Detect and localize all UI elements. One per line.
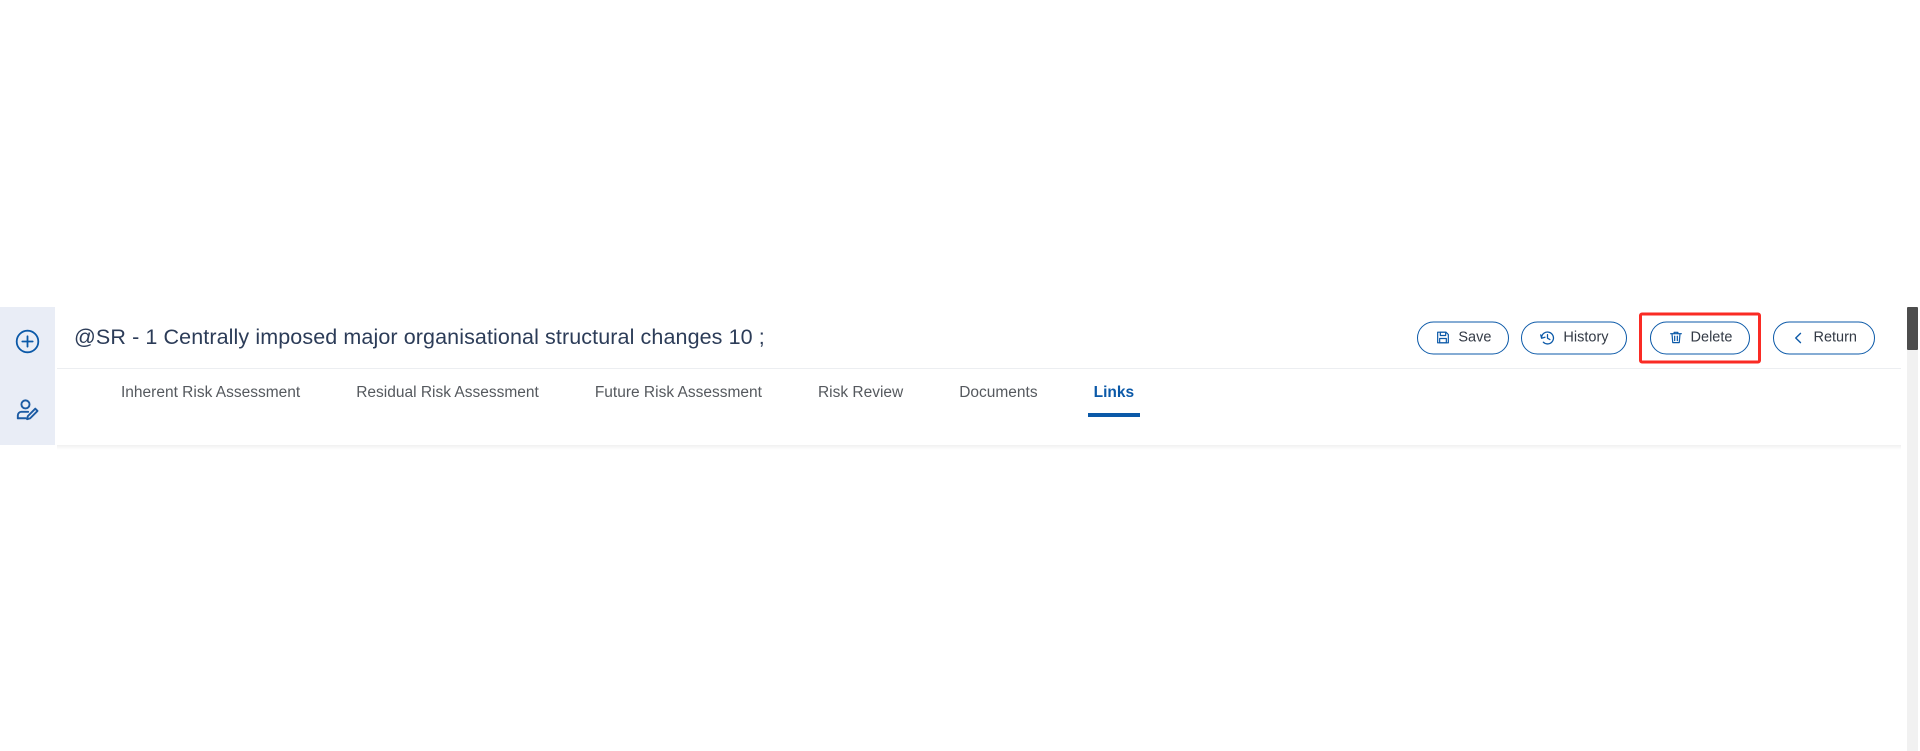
scrollbar-thumb[interactable] xyxy=(1907,307,1918,350)
chevron-left-icon xyxy=(1791,330,1806,345)
tab-label: Links xyxy=(1093,384,1135,401)
card-bottom-shadow xyxy=(57,445,1901,450)
clock-history-icon xyxy=(1539,329,1556,346)
return-button[interactable]: Return xyxy=(1773,321,1875,354)
save-button-label: Save xyxy=(1458,329,1492,346)
left-icon-rail xyxy=(0,307,55,445)
trash-icon xyxy=(1668,330,1684,346)
delete-button[interactable]: Delete xyxy=(1649,321,1751,354)
tab-links[interactable]: Links xyxy=(1066,369,1162,417)
page-title: @SR - 1 Centrally imposed major organisa… xyxy=(74,325,765,349)
card-header: @SR - 1 Centrally imposed major organisa… xyxy=(57,307,1901,369)
user-edit-icon xyxy=(14,397,41,424)
assign-owner-button[interactable] xyxy=(0,376,55,445)
tab-residual-risk-assessment[interactable]: Residual Risk Assessment xyxy=(328,369,567,417)
tab-label: Documents xyxy=(959,384,1038,401)
tab-label: Future Risk Assessment xyxy=(594,384,762,401)
return-button-label: Return xyxy=(1813,329,1857,346)
page-scrollbar[interactable] xyxy=(1905,0,1920,751)
tab-future-risk-assessment[interactable]: Future Risk Assessment xyxy=(567,369,790,417)
floppy-disk-icon xyxy=(1435,330,1451,346)
risk-detail-card: @SR - 1 Centrally imposed major organisa… xyxy=(57,307,1901,445)
plus-circle-icon xyxy=(14,328,41,355)
tab-documents[interactable]: Documents xyxy=(931,369,1065,417)
tab-label: Risk Review xyxy=(817,384,904,401)
delete-button-highlight: Delete xyxy=(1638,312,1762,363)
delete-button-label: Delete xyxy=(1690,329,1733,346)
save-button[interactable]: Save xyxy=(1417,321,1510,354)
tab-label: Residual Risk Assessment xyxy=(356,384,539,401)
tab-label: Inherent Risk Assessment xyxy=(121,384,301,401)
history-button-label: History xyxy=(1563,329,1609,346)
history-button[interactable]: History xyxy=(1521,321,1627,354)
app-root: @SR - 1 Centrally imposed major organisa… xyxy=(0,0,1920,751)
tab-bar: Inherent Risk Assessment Residual Risk A… xyxy=(57,369,1901,420)
scrollbar-track-lower[interactable] xyxy=(1907,350,1918,751)
add-item-button[interactable] xyxy=(0,307,55,376)
header-action-buttons: Save History Delete Return xyxy=(1417,312,1875,363)
tab-inherent-risk-assessment[interactable]: Inherent Risk Assessment xyxy=(93,369,328,417)
tab-risk-review[interactable]: Risk Review xyxy=(790,369,931,417)
